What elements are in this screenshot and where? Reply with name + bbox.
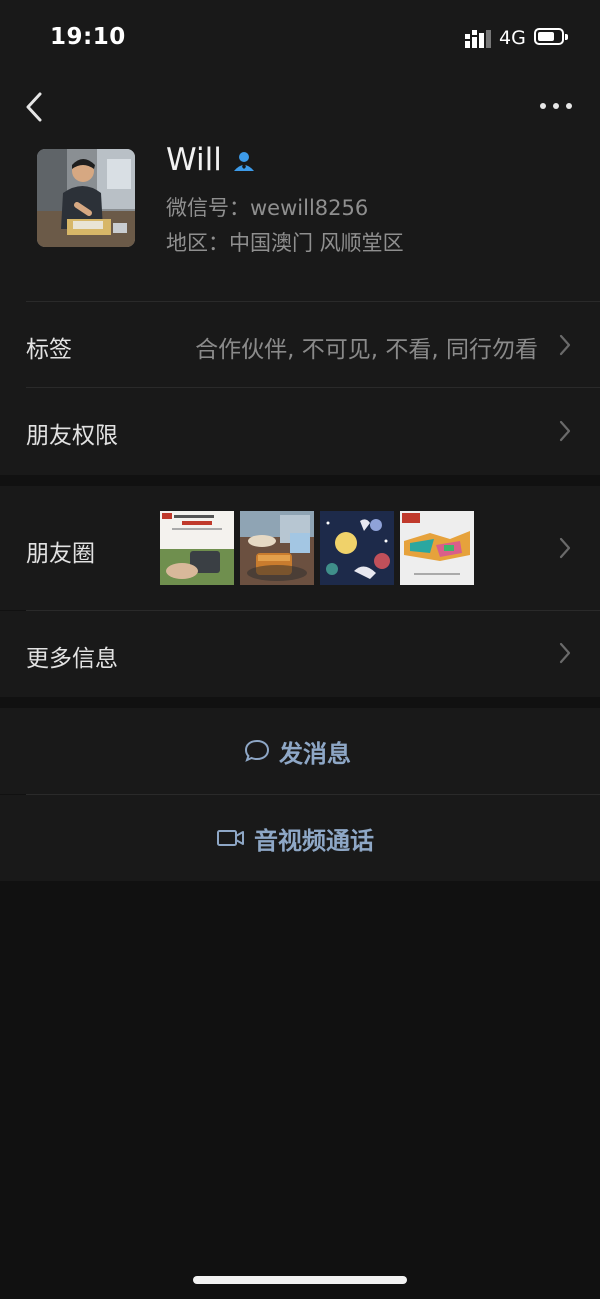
send-message-button[interactable]: 发消息 — [0, 708, 600, 794]
send-message-label: 发消息 — [279, 739, 351, 768]
chevron-right-icon — [559, 334, 571, 356]
moments-thumbnail[interactable] — [320, 511, 394, 585]
permissions-row[interactable]: 朋友权限 — [0, 388, 600, 475]
signal-icon — [465, 30, 491, 48]
tags-label: 标签 — [26, 337, 72, 363]
moments-thumbnails — [160, 511, 480, 585]
chevron-right-icon — [559, 537, 571, 559]
chevron-right-icon — [559, 420, 571, 442]
moments-thumbnail[interactable] — [160, 511, 234, 585]
moments-thumbnail[interactable] — [240, 511, 314, 585]
video-call-button[interactable]: 音视频通话 — [0, 795, 600, 881]
back-button[interactable] — [20, 90, 50, 124]
status-bar: 19:10 4G — [0, 0, 600, 78]
more-info-row[interactable]: 更多信息 — [0, 611, 600, 697]
contact-name: Will — [166, 142, 222, 178]
chat-bubble-icon — [244, 739, 270, 762]
video-call-label: 音视频通话 — [254, 826, 374, 855]
more-options-button[interactable] — [538, 98, 574, 114]
status-time: 19:10 — [50, 24, 126, 50]
video-camera-icon — [217, 830, 244, 846]
tags-value: 合作伙伴, 不可见, 不看, 同行勿看 — [195, 337, 538, 363]
avatar[interactable] — [37, 149, 135, 247]
moments-row[interactable]: 朋友圈 — [0, 486, 600, 610]
person-badge-icon — [234, 152, 254, 171]
home-indicator[interactable] — [193, 1276, 407, 1284]
chevron-right-icon — [559, 642, 571, 664]
battery-icon — [534, 28, 568, 45]
permissions-label: 朋友权限 — [26, 423, 118, 449]
moments-label: 朋友圈 — [26, 541, 95, 567]
wechat-id: 微信号：wewill8256 — [166, 196, 369, 220]
moments-thumbnail[interactable] — [400, 511, 474, 585]
region: 地区：中国澳门 风顺堂区 — [166, 231, 404, 255]
tags-row[interactable]: 标签 合作伙伴, 不可见, 不看, 同行勿看 — [0, 302, 600, 388]
more-info-label: 更多信息 — [26, 646, 118, 672]
network-type: 4G — [499, 27, 526, 49]
